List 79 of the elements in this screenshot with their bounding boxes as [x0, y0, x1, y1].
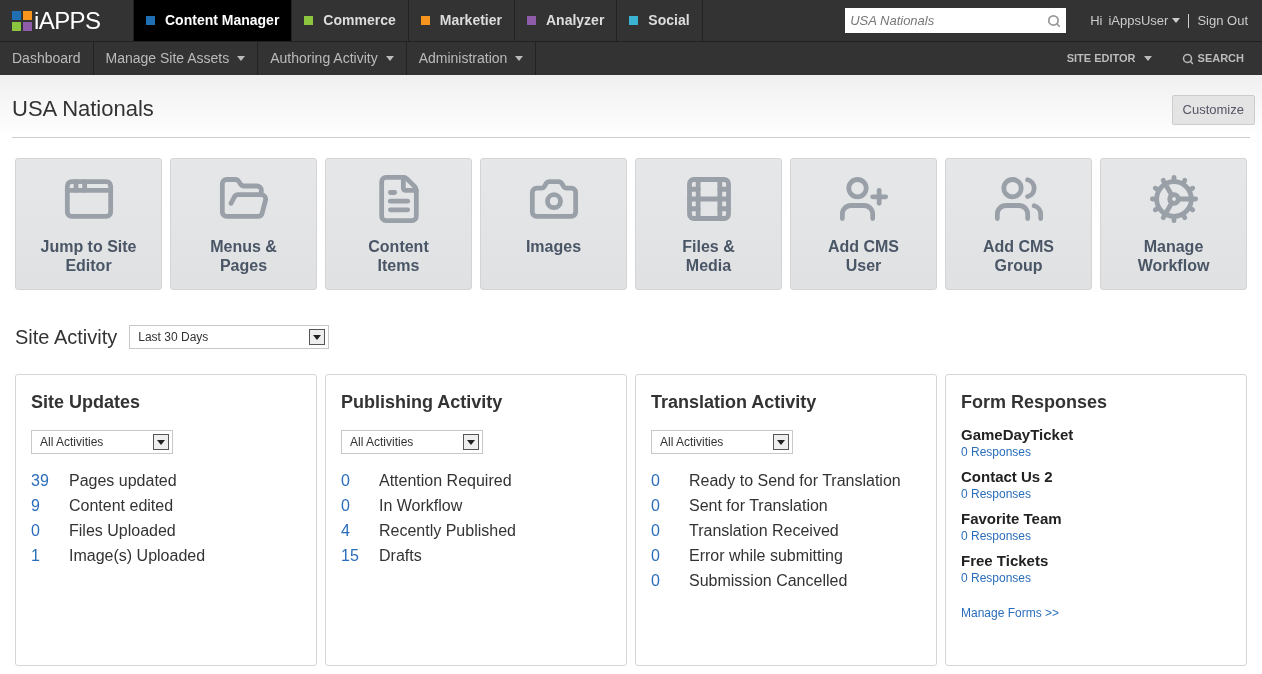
- tile-label: Images: [524, 237, 583, 256]
- search-icon: [1181, 52, 1194, 65]
- count-link[interactable]: 15: [341, 543, 379, 568]
- search-icon: [1047, 14, 1062, 28]
- stat-label: Pages updated: [69, 471, 177, 491]
- form-name: Favorite Team: [961, 510, 1062, 528]
- card-title: Publishing Activity: [341, 391, 504, 414]
- responses-link[interactable]: 0 Responses: [961, 444, 1032, 460]
- tile-label: Add CMS Group: [981, 237, 1056, 275]
- shortcut-tile[interactable]: Add CMS Group: [945, 158, 1092, 290]
- responses-link[interactable]: 0 Responses: [961, 570, 1032, 586]
- app-tab[interactable]: Marketier: [408, 0, 515, 41]
- card-title: Site Updates: [31, 391, 142, 414]
- stat-label: Submission Cancelled: [689, 571, 848, 591]
- logo-squares-icon: [12, 10, 32, 31]
- count-link[interactable]: 0: [651, 568, 689, 593]
- activity-filter-dropdown[interactable]: All Activities: [341, 430, 483, 454]
- count-link[interactable]: 4: [341, 518, 379, 543]
- search-link[interactable]: SEARCH: [1181, 42, 1244, 75]
- app-tab[interactable]: Commerce: [292, 0, 409, 41]
- caret-icon: [1143, 56, 1152, 61]
- site-editor-menu[interactable]: SITE EDITOR: [1066, 42, 1152, 75]
- date-range-dropdown[interactable]: Last 30 Days: [129, 325, 330, 349]
- card-title: Translation Activity: [651, 391, 818, 414]
- shortcut-tile[interactable]: Add CMS User: [790, 158, 937, 290]
- tile-label: Files & Media: [681, 237, 736, 275]
- card-title: Form Responses: [961, 391, 1109, 414]
- activity-filter-dropdown[interactable]: All Activities: [31, 430, 173, 454]
- page-title: USA Nationals: [12, 95, 154, 123]
- form-name: Contact Us 2: [961, 468, 1053, 486]
- tile-label: Manage Workflow: [1136, 237, 1211, 275]
- shortcut-tile[interactable]: Files & Media: [635, 158, 782, 290]
- stat-label: Sent for Translation: [689, 496, 828, 516]
- stat-label: Recently Published: [379, 521, 516, 541]
- count-link[interactable]: 0: [651, 493, 689, 518]
- activity-filter-dropdown[interactable]: All Activities: [651, 430, 793, 454]
- responses-link[interactable]: 0 Responses: [961, 486, 1032, 502]
- manage-forms-link[interactable]: Manage Forms >>: [961, 604, 1060, 622]
- stat-label: Ready to Send for Translation: [689, 471, 901, 491]
- shortcut-tile[interactable]: Menus & Pages: [170, 158, 317, 290]
- count-link[interactable]: 1: [31, 543, 69, 568]
- count-link[interactable]: 0: [31, 518, 69, 543]
- section-title: Site Activity: [15, 325, 118, 350]
- stat-label: Translation Received: [689, 521, 839, 541]
- stat-label: Attention Required: [379, 471, 512, 491]
- tile-label: Jump to Site Editor: [39, 237, 138, 275]
- stat-label: Drafts: [379, 546, 422, 566]
- app-tab[interactable]: Analyzer: [515, 0, 618, 41]
- shortcut-tile[interactable]: Images: [480, 158, 627, 290]
- search-field[interactable]: USA Nationals: [845, 8, 1067, 33]
- tile-label: Add CMS User: [826, 237, 901, 275]
- responses-link[interactable]: 0 Responses: [961, 528, 1032, 544]
- count-link[interactable]: 9: [31, 493, 69, 518]
- shortcut-tile[interactable]: Content Items: [325, 158, 472, 290]
- form-name: Free Tickets: [961, 552, 1049, 570]
- tile-label: Menus & Pages: [209, 237, 278, 275]
- logo-text: iAPPS: [34, 8, 101, 33]
- count-link[interactable]: 39: [31, 468, 69, 493]
- caret-icon: [1172, 18, 1181, 23]
- user-menu[interactable]: iAppsUser: [1108, 10, 1181, 31]
- count-link[interactable]: 0: [651, 543, 689, 568]
- customize-button[interactable]: Customize: [1171, 95, 1255, 125]
- stat-label: Error while submitting: [689, 546, 843, 566]
- app-tab[interactable]: Social: [617, 0, 703, 41]
- tile-label: Content Items: [367, 237, 430, 275]
- shortcut-tile[interactable]: Manage Workflow: [1100, 158, 1247, 290]
- count-link[interactable]: 0: [341, 493, 379, 518]
- stat-label: Files Uploaded: [69, 521, 176, 541]
- count-link[interactable]: 0: [341, 468, 379, 493]
- stat-label: Image(s) Uploaded: [69, 546, 206, 566]
- count-link[interactable]: 0: [651, 518, 689, 543]
- stat-label: Content edited: [69, 496, 174, 516]
- greeting-text: Hi: [1090, 11, 1103, 30]
- sign-out-link[interactable]: Sign Out: [1197, 10, 1248, 31]
- app-tab[interactable]: Content Manager: [134, 0, 293, 41]
- stat-label: In Workflow: [379, 496, 463, 516]
- shortcut-tile[interactable]: Jump to Site Editor: [15, 158, 162, 290]
- form-name: GameDayTicket: [961, 426, 1074, 444]
- count-link[interactable]: 0: [651, 468, 689, 493]
